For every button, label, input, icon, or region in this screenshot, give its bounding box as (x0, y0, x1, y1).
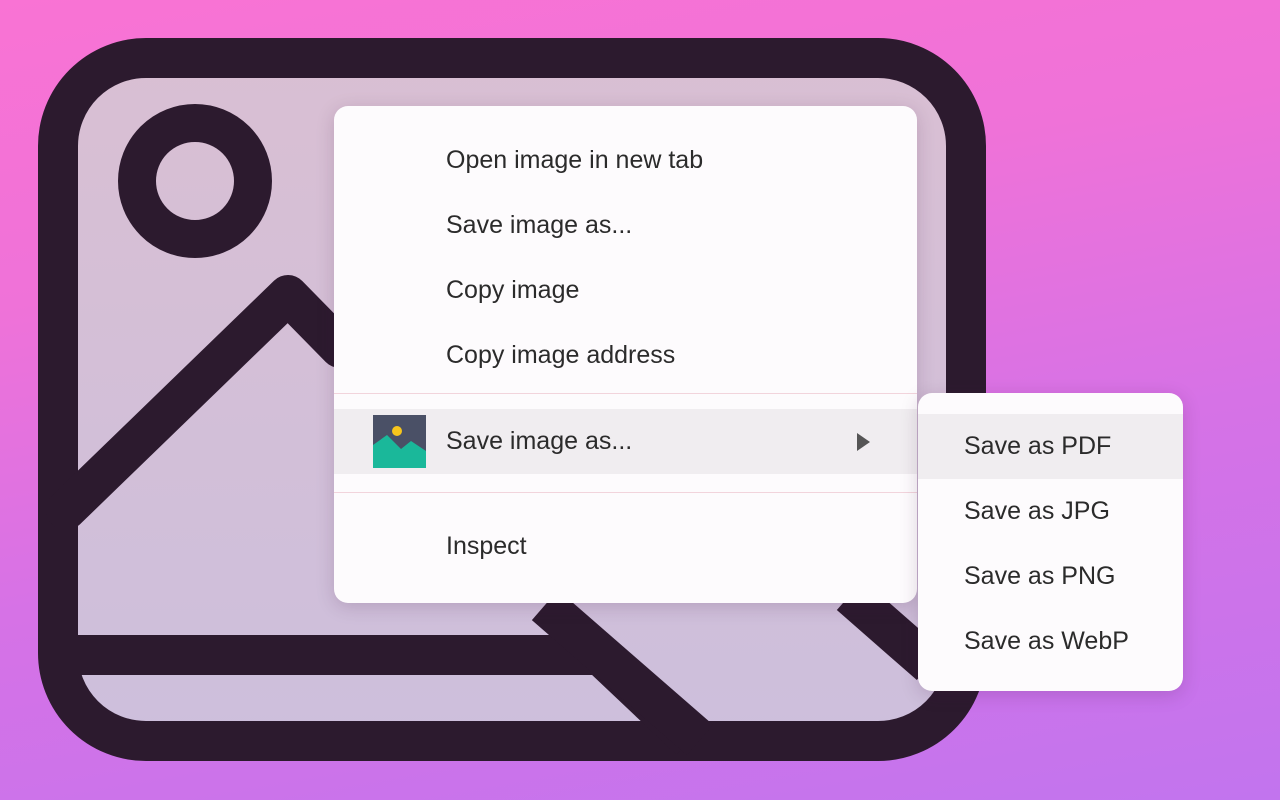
context-menu: Open image in new tab Save image as... C… (334, 106, 917, 603)
submenu-item-label: Save as JPG (964, 497, 1110, 525)
submenu-arrow-icon (857, 433, 870, 451)
menu-item-label: Copy image address (446, 341, 676, 369)
menu-item-extension-save-image-as[interactable]: Save image as... (334, 409, 917, 474)
submenu-item-label: Save as PDF (964, 432, 1112, 460)
submenu-item-label: Save as WebP (964, 627, 1129, 655)
image-landscape-icon (373, 415, 426, 468)
submenu-item-save-as-jpg[interactable]: Save as JPG (918, 479, 1183, 544)
menu-item-copy-image[interactable]: Copy image (334, 258, 917, 323)
menu-item-copy-image-address[interactable]: Copy image address (334, 323, 917, 388)
menu-item-label: Inspect (446, 532, 527, 560)
menu-item-open-image-new-tab[interactable]: Open image in new tab (334, 128, 917, 193)
save-as-submenu: Save as PDF Save as JPG Save as PNG Save… (918, 393, 1183, 691)
menu-item-label: Open image in new tab (446, 146, 704, 174)
menu-item-inspect[interactable]: Inspect (334, 514, 917, 579)
submenu-item-label: Save as PNG (964, 562, 1116, 590)
menu-item-save-image-as[interactable]: Save image as... (334, 193, 917, 258)
menu-item-label: Save image as... (446, 211, 633, 239)
menu-item-label: Copy image (446, 276, 580, 304)
menu-separator (334, 492, 917, 493)
submenu-item-save-as-png[interactable]: Save as PNG (918, 544, 1183, 609)
submenu-item-save-as-webp[interactable]: Save as WebP (918, 609, 1183, 674)
menu-separator (334, 393, 917, 394)
menu-item-label: Save image as... (446, 427, 633, 455)
submenu-item-save-as-pdf[interactable]: Save as PDF (918, 414, 1183, 479)
